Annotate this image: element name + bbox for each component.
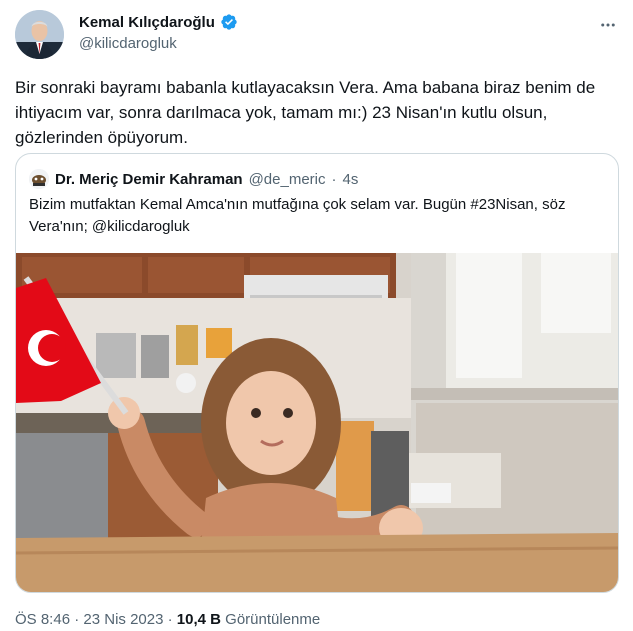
- views-label: Görüntülenme: [225, 611, 321, 628]
- views-count: 10,4 B: [176, 611, 221, 628]
- verified-badge-icon[interactable]: [220, 13, 238, 31]
- tweet-meta: ÖS 8:46 · 23 Nis 2023 · 10,4 B Görüntüle…: [15, 611, 320, 628]
- more-options-button[interactable]: [597, 14, 619, 36]
- tweet-text: Bir sonraki bayramı babanla kutlayacaksı…: [15, 78, 596, 147]
- tweet-date[interactable]: 23 Nis 2023: [83, 611, 163, 628]
- separator-dot: ·: [74, 611, 80, 628]
- author-handle[interactable]: @kilicdarogluk: [79, 35, 177, 52]
- quoted-author-name[interactable]: Dr. Meriç Demir Kahraman: [55, 171, 243, 188]
- author-avatar[interactable]: [15, 10, 64, 59]
- quoted-video[interactable]: [16, 253, 618, 592]
- separator-dot: ·: [331, 170, 337, 188]
- profile-photo-icon: [15, 10, 64, 59]
- video-thumbnail-icon: [16, 253, 618, 592]
- quoted-tweet-text: Bizim mutfaktan Kemal Amca'nın mutfağına…: [29, 196, 566, 235]
- more-icon: [601, 23, 615, 27]
- tweet-card: Kemal Kılıçdaroğlu @kilicdarogluk Bir so…: [0, 0, 633, 631]
- quoted-author-avatar[interactable]: [29, 169, 49, 189]
- quoted-author-handle[interactable]: @de_meric: [249, 171, 326, 188]
- author-name[interactable]: Kemal Kılıçdaroğlu: [79, 14, 215, 31]
- separator-dot: ·: [167, 611, 173, 628]
- quoted-tweet[interactable]: Dr. Meriç Demir Kahraman @de_meric · 4s …: [15, 153, 619, 593]
- profile-photo-icon: [29, 169, 49, 189]
- tweet-time[interactable]: ÖS 8:46: [15, 611, 70, 628]
- quoted-timestamp[interactable]: 4s: [343, 171, 359, 188]
